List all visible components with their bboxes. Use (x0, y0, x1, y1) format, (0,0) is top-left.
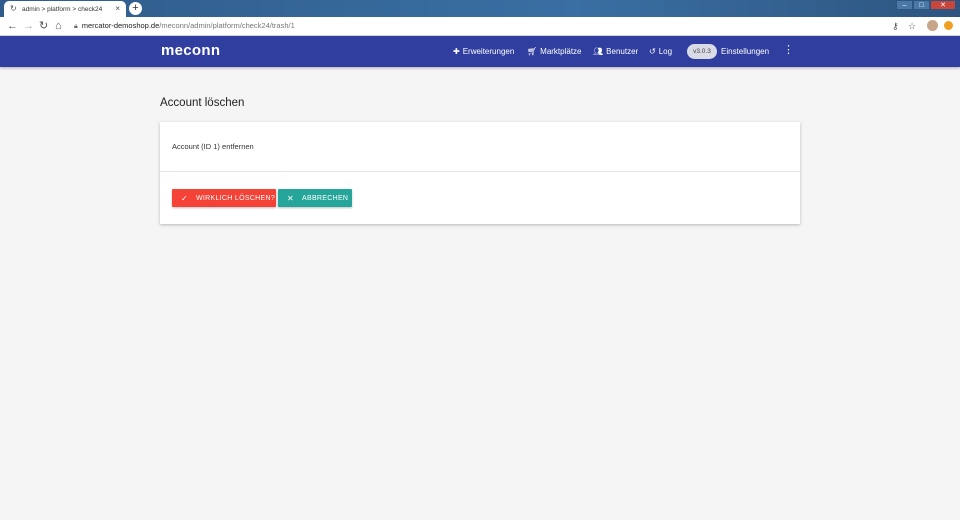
window-controls: – □ ✕ (896, 0, 956, 10)
cancel-button[interactable]: ✕ ABBRECHEN (278, 189, 352, 207)
address-bar[interactable]: 🔒︎ mercator-demoshop.de/meconn/admin/plat… (74, 20, 295, 33)
nav-marketplaces[interactable]: 🛒︎ Marktplätze (527, 46, 582, 57)
nav-settings-label: Einstellungen (721, 47, 770, 56)
confirm-delete-button[interactable]: ✓ WIRKLICH LÖSCHEN? (172, 189, 276, 207)
nav-extensions[interactable]: ✚ Erweiterungen (453, 46, 514, 57)
confirm-delete-label: WIRKLICH LÖSCHEN? (196, 194, 276, 202)
nav-users-label: Benutzer (606, 47, 639, 56)
delete-message: Account (ID 1) entfernen (172, 142, 254, 151)
check-icon: ✓ (181, 193, 189, 203)
tab-title: admin > platform > check24 (22, 5, 103, 13)
nav-users[interactable]: 👥︎ Benutzer (593, 46, 638, 57)
loading-icon: ↻ (10, 4, 17, 13)
url-host: mercator-demoshop.de (81, 21, 160, 30)
people-icon: 👥︎ (593, 47, 604, 56)
cart-icon: 🛒︎ (527, 47, 538, 56)
tab-close-icon[interactable]: × (115, 4, 120, 13)
browser-tab[interactable]: ↻ admin > platform > check24 × (4, 1, 126, 17)
nav-marketplaces-label: Marktplätze (540, 47, 582, 56)
more-vert-icon[interactable]: ⋮ (783, 44, 794, 57)
browser-titlebar: ↻ admin > platform > check24 × + – □ ✕ (0, 0, 960, 17)
page-title: Account löschen (160, 97, 245, 109)
reload-icon[interactable]: ↻ (39, 19, 48, 33)
close-icon: ✕ (287, 193, 295, 203)
window-close-button[interactable]: ✕ (930, 0, 956, 10)
delete-card: Account (ID 1) entfernen ✓ WIRKLICH LÖSC… (160, 122, 800, 224)
divider (160, 171, 800, 172)
profile-avatar[interactable] (927, 20, 938, 31)
forward-icon[interactable]: → (23, 19, 34, 33)
nav-extensions-label: Erweiterungen (462, 47, 515, 56)
extension-icon[interactable] (944, 21, 953, 30)
url-path: /meconn/admin/platform/check24/trash/1 (159, 21, 295, 30)
app-header: meconn ✚ Erweiterungen 🛒︎ Marktplätze 👥︎… (0, 36, 960, 67)
history-icon: ↺ (649, 47, 656, 56)
lock-icon: 🔒︎ (74, 23, 78, 30)
app-logo[interactable]: meconn (161, 42, 220, 60)
browser-toolbar: ← → ↻ ⌂ 🔒︎ mercator-demoshop.de/meconn/ad… (0, 17, 960, 36)
puzzle-icon: ✚ (453, 47, 460, 56)
nav-log[interactable]: ↺ Log (649, 46, 672, 57)
version-badge: v3.0.3 (687, 44, 717, 59)
back-icon[interactable]: ← (7, 19, 18, 33)
minimize-button[interactable]: – (896, 0, 913, 10)
new-tab-button[interactable]: + (129, 2, 142, 15)
key-icon[interactable]: ⚷ (892, 20, 899, 32)
bookmark-star-icon[interactable]: ☆ (908, 20, 916, 32)
cancel-label: ABBRECHEN (302, 194, 349, 202)
nav-log-label: Log (658, 47, 673, 56)
home-icon[interactable]: ⌂ (55, 19, 62, 33)
nav-settings[interactable]: Einstellungen (721, 46, 769, 57)
maximize-button[interactable]: □ (913, 0, 930, 10)
